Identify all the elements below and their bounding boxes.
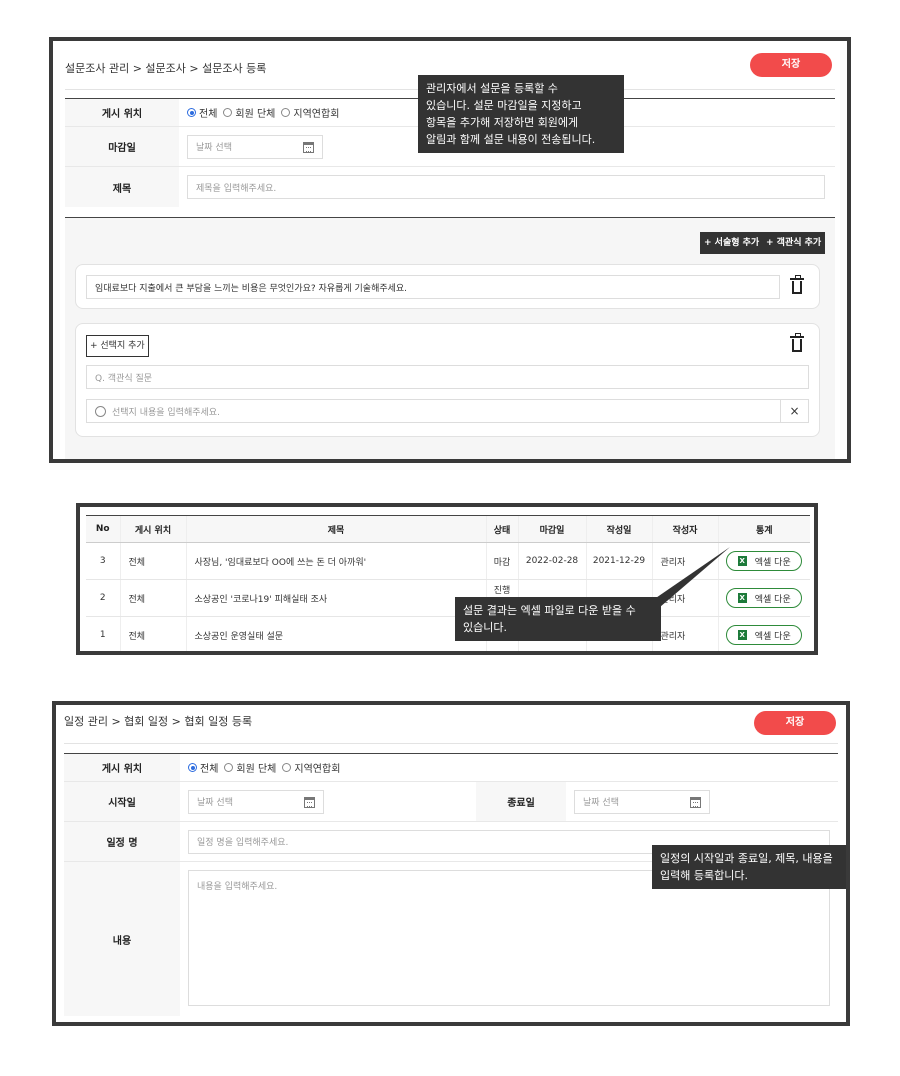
end-date-input[interactable]: 날짜 선택 — [574, 789, 710, 814]
radio-region[interactable]: 지역연합회 — [282, 760, 340, 775]
calendar-icon — [690, 796, 701, 808]
name-label: 일정 명 — [64, 822, 180, 861]
tooltip-schedule-register: 일정의 시작일과 종료일, 제목, 내용을 입력해 등록합니다. — [652, 845, 846, 889]
tooltip-survey-register: 관리자에서 설문을 등록할 수 있습니다. 설문 마감일을 지정하고 항목을 추… — [418, 75, 624, 153]
excel-download-button[interactable]: X 엑셀 다운 — [726, 625, 803, 645]
end-label: 종료일 — [476, 782, 566, 821]
deadline-date-input[interactable]: 날짜 선택 — [187, 134, 323, 159]
col-title: 제목 — [185, 515, 486, 543]
add-essay-button[interactable]: + 서술형 추가 — [700, 232, 764, 254]
schedule-register-panel: 일정 관리 > 협회 일정 > 협회 일정 등록 저장 게시 위치 전체 회원 … — [52, 701, 850, 1026]
excel-icon: X — [737, 630, 747, 640]
add-option-button[interactable]: + 선택지 추가 — [86, 335, 149, 357]
radio-region[interactable]: 지역연합회 — [281, 105, 339, 120]
option-input[interactable]: 선택지 내용을 입력해주세요. — [86, 399, 781, 423]
save-button[interactable]: 저장 — [754, 711, 836, 735]
position-label: 게시 위치 — [65, 99, 179, 126]
start-date-input[interactable]: 날짜 선택 — [188, 789, 324, 814]
trash-icon[interactable] — [790, 275, 804, 294]
col-no: No — [86, 515, 120, 543]
col-position: 게시 위치 — [119, 515, 186, 543]
radio-member[interactable]: 회원 단체 — [224, 760, 276, 775]
radio-icon — [282, 763, 292, 772]
radio-all[interactable]: 전체 — [188, 760, 218, 775]
calendar-icon — [303, 141, 314, 153]
remove-option-button[interactable]: × — [780, 399, 809, 423]
tooltip-pointer — [650, 547, 730, 607]
essay-question-card: 임대료보다 지출에서 큰 부담을 느끼는 비용은 무엇인가요? 자유롭게 기술해… — [75, 264, 820, 309]
save-button[interactable]: 저장 — [750, 53, 832, 77]
trash-icon[interactable] — [790, 333, 804, 352]
date-row: 시작일 날짜 선택 종료일 날짜 선택 — [64, 782, 838, 822]
survey-register-panel: 설문조사 관리 > 설문조사 > 설문조사 등록 저장 게시 위치 전체 회원 … — [49, 37, 851, 463]
radio-all[interactable]: 전체 — [187, 105, 217, 120]
col-created: 작성일 — [585, 515, 652, 543]
breadcrumb: 일정 관리 > 협회 일정 > 협회 일정 등록 — [64, 715, 253, 728]
row-title[interactable]: 사장님, '임대료보다 OO에 쓰는 돈 더 아까워' — [185, 542, 486, 580]
check-circle-icon — [95, 405, 106, 417]
table-row[interactable]: 1 전체 소상공인 운영실태 설문 관리자 X 엑셀 다운 — [86, 616, 810, 651]
choice-question-input[interactable]: Q. 객관식 질문 — [86, 365, 809, 389]
tooltip-excel-download: 설문 결과는 엑셀 파일로 다운 받을 수 있습니다. — [455, 597, 661, 641]
start-label: 시작일 — [64, 782, 180, 821]
breadcrumb: 설문조사 관리 > 설문조사 > 설문조사 등록 — [65, 62, 267, 75]
radio-checked-icon — [188, 763, 197, 772]
radio-member[interactable]: 회원 단체 — [223, 105, 275, 120]
radio-checked-icon — [187, 108, 196, 117]
question-area: + 서술형 추가 + 객관식 추가 임대료보다 지출에서 큰 부담을 느끼는 비… — [65, 218, 835, 459]
title-row: 제목 제목을 입력해주세요. — [65, 167, 835, 207]
col-author: 작성자 — [651, 515, 718, 543]
col-deadline: 마감일 — [517, 515, 586, 543]
row-title[interactable]: 소상공인 운영실태 설문 — [185, 616, 486, 651]
calendar-icon — [304, 796, 315, 808]
radio-icon — [281, 108, 291, 117]
survey-list-panel: No 게시 위치 제목 상태 마감일 작성일 작성자 통계 3 전체 사장님, … — [76, 503, 818, 655]
add-choice-button[interactable]: + 객관식 추가 — [762, 232, 826, 254]
divider — [64, 743, 838, 744]
col-stats: 통계 — [717, 515, 810, 543]
content-label: 내용 — [64, 862, 180, 1016]
radio-icon — [224, 763, 234, 772]
radio-icon — [223, 108, 233, 117]
row-title[interactable]: 소상공인 '코로나19' 피해실태 조사 — [185, 579, 486, 617]
essay-question-input[interactable]: 임대료보다 지출에서 큰 부담을 느끼는 비용은 무엇인가요? 자유롭게 기술해… — [86, 275, 780, 299]
col-status: 상태 — [485, 515, 518, 543]
title-label: 제목 — [65, 167, 179, 207]
title-input[interactable]: 제목을 입력해주세요. — [187, 175, 825, 199]
choice-question-card: + 선택지 추가 Q. 객관식 질문 선택지 내용을 입력해주세요. × — [75, 323, 820, 437]
content-textarea[interactable]: 내용을 입력해주세요. — [188, 870, 830, 1006]
deadline-label: 마감일 — [65, 127, 179, 166]
position-options: 전체 회원 단체 지역연합회 — [179, 99, 345, 126]
position-label: 게시 위치 — [64, 754, 180, 781]
table-header: No 게시 위치 제목 상태 마감일 작성일 작성자 통계 — [86, 515, 810, 543]
position-row: 게시 위치 전체 회원 단체 지역연합회 — [64, 754, 838, 782]
